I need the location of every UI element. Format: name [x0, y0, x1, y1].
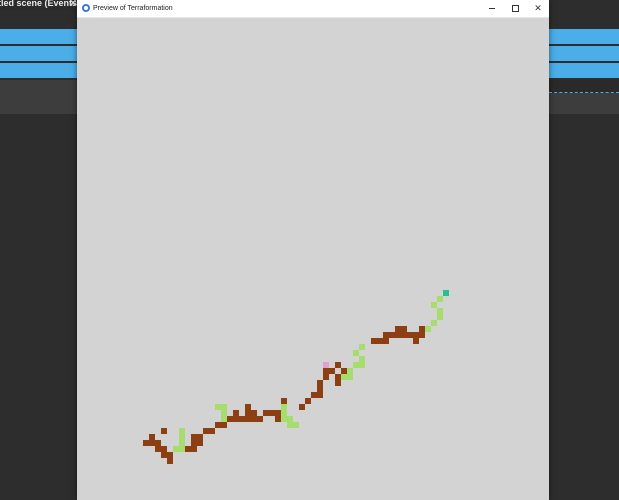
grass-tile [437, 308, 443, 320]
preview-window: Preview of Terraformation ✕ [77, 0, 549, 500]
dirt-tile [245, 404, 251, 422]
dirt-tile [413, 338, 419, 344]
dirt-tile [233, 410, 239, 422]
dirt-tile [149, 434, 155, 440]
app-logo-icon [82, 4, 90, 12]
dirt-tile [215, 422, 227, 428]
grass-tile [179, 428, 185, 452]
dirt-tile [239, 416, 245, 422]
dirt-tile [257, 416, 263, 422]
dirt-tile [197, 434, 203, 446]
gem-tile [443, 290, 449, 296]
dirt-tile [329, 368, 335, 374]
dirt-tile [407, 332, 419, 338]
grass-tile [293, 422, 299, 428]
grass-tile [359, 356, 365, 362]
dirt-tile [299, 404, 305, 410]
grass-tile [173, 446, 179, 452]
grass-tile [281, 404, 287, 422]
editor-panel-tab [549, 80, 619, 93]
grass-tile [215, 404, 227, 410]
grass-tile [431, 302, 437, 308]
dirt-tile [389, 332, 395, 338]
dirt-tile [275, 410, 281, 422]
grass-tile [425, 326, 431, 332]
scene-tab[interactable]: tled scene (Events) ✕ [0, 0, 80, 10]
dirt-tile [161, 428, 167, 434]
dirt-tile [149, 440, 161, 446]
dirt-tile [227, 416, 233, 422]
dirt-tile [305, 398, 311, 404]
grass-tile [341, 374, 353, 380]
grass-tile [347, 368, 353, 374]
grass-tile [353, 362, 365, 368]
dirt-tile [311, 392, 323, 398]
dirt-tile [143, 440, 149, 446]
dirt-tile [167, 458, 173, 464]
dirt-tile [335, 374, 341, 386]
dirt-tile [209, 428, 215, 434]
dirt-tile [395, 326, 407, 338]
dirt-tile [419, 326, 425, 338]
grass-tile [359, 344, 365, 350]
terrain-canvas [143, 290, 449, 464]
grass-tile [221, 410, 227, 422]
dirt-tile [323, 368, 329, 380]
close-button[interactable]: ✕ [527, 0, 549, 17]
window-title: Preview of Terraformation [93, 5, 173, 12]
dirt-tile [281, 398, 287, 404]
dirt-tile [263, 410, 275, 416]
grass-tile [353, 350, 359, 356]
window-titlebar[interactable]: Preview of Terraformation ✕ [77, 0, 549, 18]
flower-tile [323, 362, 329, 368]
maximize-button[interactable] [504, 0, 526, 17]
minimize-button[interactable] [481, 0, 503, 17]
dirt-tile [161, 452, 173, 458]
dirt-tile [317, 380, 323, 392]
grass-tile [287, 416, 293, 428]
dirt-tile [341, 368, 347, 374]
dirt-tile [191, 434, 197, 446]
dirt-tile [251, 410, 257, 422]
dirt-tile [155, 446, 167, 452]
dirt-tile [185, 446, 197, 452]
game-canvas[interactable] [77, 18, 549, 500]
grass-tile [431, 320, 437, 326]
dirt-tile [203, 428, 209, 434]
dirt-tile [335, 362, 341, 368]
dirt-tile [383, 332, 389, 344]
grass-tile [437, 296, 443, 302]
